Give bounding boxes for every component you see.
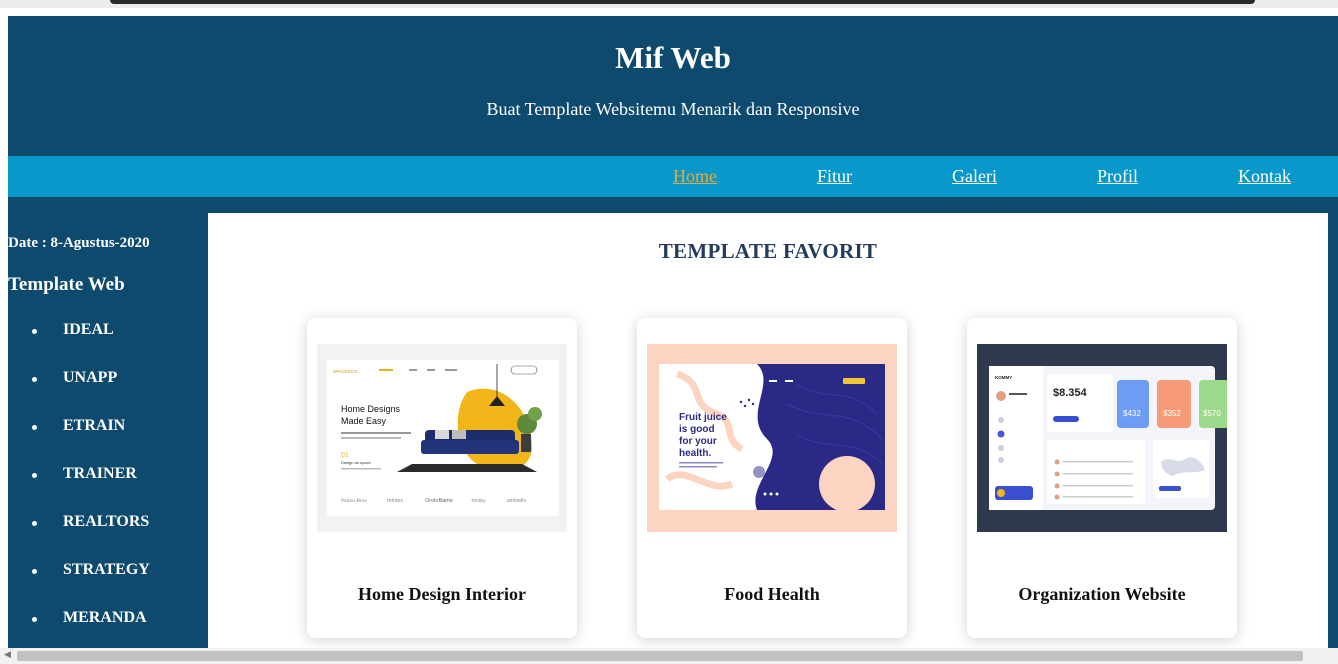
card-caption: Food Health [724, 584, 820, 604]
svg-text:KOMMY: KOMMY [995, 375, 1012, 380]
scroll-left-icon[interactable]: ◀ [4, 650, 11, 660]
bullet-icon [32, 329, 37, 334]
date-label: Date : 8-Agustus-2020 [8, 235, 150, 251]
card-caption: Home Design Interior [358, 584, 526, 604]
nav-fitur-link[interactable]: Fitur [817, 166, 852, 187]
main-nav: Home Fitur Galeri Profil Kontak [8, 156, 1338, 197]
sidebar-item-label: REALTORS [63, 513, 150, 530]
site-title: Mif Web [615, 40, 731, 75]
browser-top-edge [0, 0, 1338, 8]
svg-text:01: 01 [341, 452, 349, 459]
svg-text:Patton Bros: Patton Bros [341, 498, 367, 504]
svg-text:mintec: mintec [387, 498, 403, 504]
svg-text:SPACEDOX: SPACEDOX [333, 369, 358, 374]
home-design-thumbnail: SPACEDOX Home Designs Made Easy 01 Desig… [317, 344, 567, 532]
template-card-organization[interactable]: KOMMY $8.354 $432 $352 $570 Organization… [967, 318, 1237, 638]
bullet-icon [32, 425, 37, 430]
svg-text:is good: is good [679, 424, 715, 435]
page-frame: Mif Web Buat Template Websitemu Menarik … [8, 16, 1338, 648]
browser-toolbar-shadow [110, 0, 1255, 4]
site-header: Mif Web Buat Template Websitemu Menarik … [8, 16, 1338, 156]
main-content: TEMPLATE FAVORIT SPACEDOX Home Designs M… [208, 213, 1328, 648]
svg-text:Home Designs: Home Designs [341, 404, 401, 414]
template-card-food-health[interactable]: Fruit juice is good for your health. Foo… [637, 318, 907, 638]
sidebar: Date : 8-Agustus-2020 Template Web IDEAL… [8, 197, 208, 648]
svg-text:OroloBame: OroloBame [425, 498, 453, 504]
bullet-icon [32, 377, 37, 382]
bullet-icon [32, 617, 37, 622]
sidebar-item-label: STRATEGY [63, 561, 150, 578]
svg-text:for your: for your [679, 436, 717, 447]
food-health-thumbnail: Fruit juice is good for your health. [647, 344, 897, 532]
organization-thumbnail: KOMMY $8.354 $432 $352 $570 [977, 344, 1227, 532]
sidebar-item-label: ETRAIN [63, 417, 126, 434]
svg-text:ambrello: ambrello [507, 498, 526, 504]
nav-home-link[interactable]: Home [673, 166, 717, 187]
sidebar-item-label: MERANDA [63, 609, 147, 626]
svg-text:Fruit juice: Fruit juice [679, 412, 727, 423]
section-heading: TEMPLATE FAVORIT [658, 239, 878, 263]
horizontal-scrollbar[interactable]: ◀ [0, 648, 1338, 664]
bullet-icon [32, 569, 37, 574]
sidebar-item-label: TRAINER [63, 465, 137, 482]
home-design-preview-image: SPACEDOX Home Designs Made Easy 01 Desig… [317, 344, 567, 532]
organization-preview-image: KOMMY $8.354 $432 $352 $570 [977, 344, 1227, 532]
sidebar-title: Template Web [8, 274, 125, 295]
nav-profil-link[interactable]: Profil [1097, 166, 1138, 187]
svg-text:health.: health. [679, 448, 711, 459]
svg-text:Design an space: Design an space [341, 460, 372, 465]
svg-text:Made Easy: Made Easy [341, 416, 387, 426]
scrollbar-thumb[interactable] [17, 651, 1303, 661]
svg-text:$8.354: $8.354 [1053, 387, 1088, 399]
svg-text:$352: $352 [1163, 409, 1181, 418]
svg-text:$570: $570 [1203, 409, 1221, 418]
sidebar-item-label: IDEAL [63, 321, 114, 338]
site-subtitle: Buat Template Websitemu Menarik dan Resp… [486, 99, 860, 119]
nav-galeri-link[interactable]: Galeri [952, 166, 997, 187]
food-health-preview-image: Fruit juice is good for your health. [647, 344, 897, 532]
sidebar-item-label: UNAPP [63, 369, 118, 386]
bullet-icon [32, 473, 37, 478]
bullet-icon [32, 521, 37, 526]
svg-text:$432: $432 [1123, 409, 1141, 418]
card-caption: Organization Website [1018, 584, 1186, 604]
template-card-home-design[interactable]: SPACEDOX Home Designs Made Easy 01 Desig… [307, 318, 577, 638]
svg-text:Trintiny: Trintiny [471, 498, 486, 503]
nav-kontak-link[interactable]: Kontak [1238, 166, 1291, 187]
